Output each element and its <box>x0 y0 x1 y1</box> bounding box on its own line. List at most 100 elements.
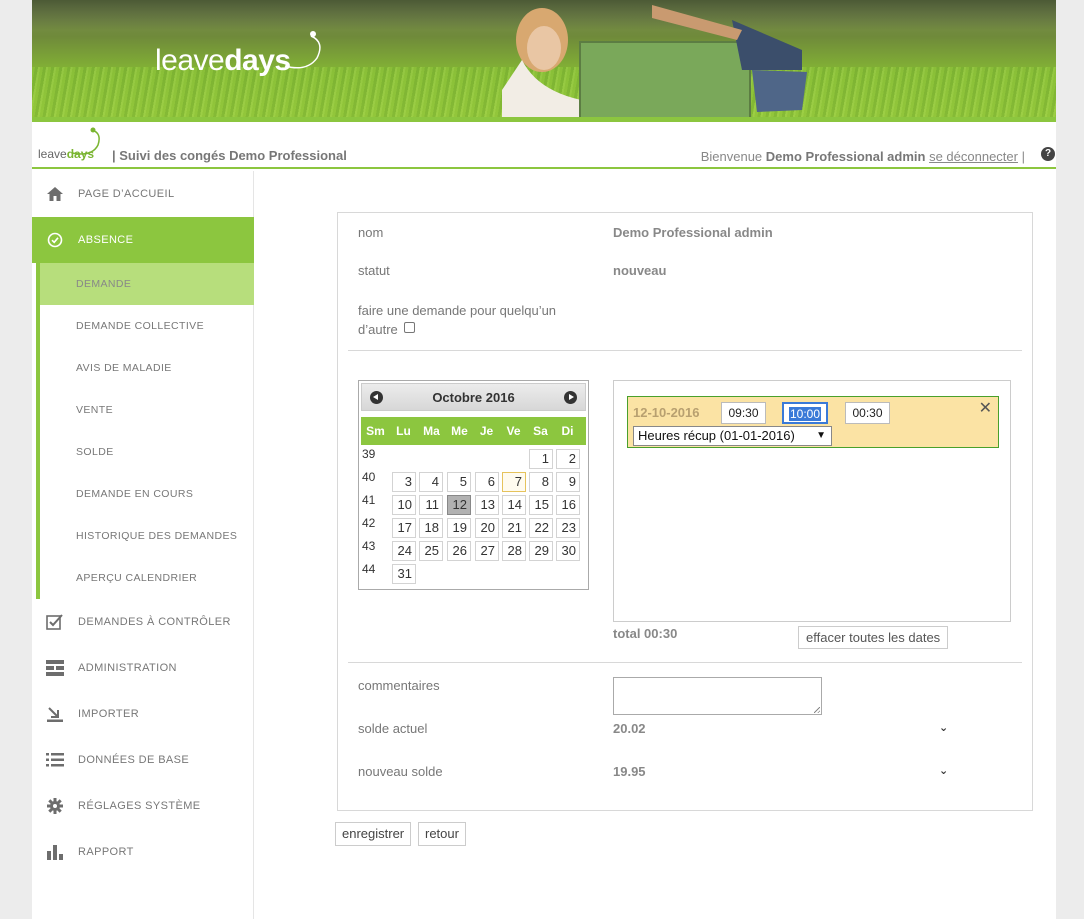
subnav-demande-en-cours[interactable]: DEMANDE EN COURS <box>36 473 254 515</box>
calendar-day[interactable]: 11 <box>419 495 443 515</box>
subnav-demande-collective[interactable]: DEMANDE COLLECTIVE <box>36 305 254 347</box>
divider <box>348 662 1022 663</box>
calendar-day[interactable]: 14 <box>502 495 526 515</box>
banner-photo-person <box>502 5 807 118</box>
list-icon <box>32 753 78 767</box>
week-number: 42 <box>362 516 376 530</box>
calendar-day[interactable]: 23 <box>556 518 580 538</box>
calendar-day[interactable]: 15 <box>529 495 553 515</box>
banner-logo-swirl <box>284 31 321 69</box>
checkbox-icon <box>32 613 78 631</box>
home-icon <box>32 186 78 202</box>
weekday-header: Di <box>561 424 574 438</box>
other-person-label-line2: d’autre <box>358 322 398 337</box>
save-button[interactable]: enregistrer <box>335 822 412 846</box>
logout-link[interactable]: se déconnecter <box>929 149 1018 164</box>
calendar-day[interactable]: 25 <box>419 541 443 561</box>
nav-administration[interactable]: ADMINISTRATION <box>32 645 254 691</box>
dropdown-arrow-icon: ▼ <box>816 430 826 441</box>
subnav-avis-de-maladie[interactable]: AVIS DE MALADIE <box>36 347 254 389</box>
admin-icon <box>32 660 78 676</box>
subnav-apercu-calendrier[interactable]: APERÇU CALENDRIER <box>36 557 254 599</box>
name-value: Demo Professional admin <box>613 225 773 240</box>
selected-dates-box: 12-10-2016 09:30 10:00 00:30 ✕ Heures ré… <box>613 380 1011 622</box>
calendar-day[interactable]: 6 <box>475 472 499 492</box>
check-circle-icon <box>32 232 78 248</box>
app-container: leavedays | Suivi des congés Demo Profes… <box>32 122 1056 919</box>
nav-home[interactable]: PAGE D’ACCUEIL <box>32 171 254 217</box>
new-balance-chevron-icon[interactable]: ⌄ <box>939 764 948 777</box>
calendar-day[interactable]: 19 <box>447 518 471 538</box>
calendar-day[interactable]: 17 <box>392 518 416 538</box>
weekday-header: Ve <box>506 424 521 438</box>
nav-label: ADMINISTRATION <box>78 662 177 674</box>
calendar-day[interactable]: 28 <box>502 541 526 561</box>
duration-input[interactable]: 00:30 <box>845 402 890 424</box>
calendar-day[interactable]: 16 <box>556 495 580 515</box>
nav-label: DEMANDES À CONTRÔLER <box>78 616 231 628</box>
calendar-day[interactable]: 22 <box>529 518 553 538</box>
calendar-day[interactable]: 1 <box>529 449 553 469</box>
subnav-demande[interactable]: DEMANDE <box>36 263 254 305</box>
nav-reglages-systeme[interactable]: RÉGLAGES SYSTÈME <box>32 783 254 829</box>
calendar-day[interactable]: 30 <box>556 541 580 561</box>
end-time-input[interactable]: 10:00 <box>782 402 828 424</box>
separator: | <box>1021 149 1025 164</box>
calendar-day[interactable]: 12 <box>447 495 471 515</box>
next-month-icon[interactable] <box>564 391 577 404</box>
subnav-solde[interactable]: SOLDE <box>36 431 254 473</box>
comment-textarea[interactable] <box>613 677 822 715</box>
week-number: 44 <box>362 562 376 576</box>
nav-donnees-de-base[interactable]: DONNÉES DE BASE <box>32 737 254 783</box>
new-balance-value: 19.95 <box>613 764 646 779</box>
calendar-day[interactable]: 18 <box>419 518 443 538</box>
subnav-vente[interactable]: VENTE <box>36 389 254 431</box>
banner-logo: leavedays <box>155 44 291 77</box>
other-person-checkbox[interactable] <box>404 322 416 333</box>
calendar-day[interactable]: 26 <box>447 541 471 561</box>
calendar-day[interactable]: 13 <box>475 495 499 515</box>
week-number: 40 <box>362 470 376 484</box>
clear-dates-button[interactable]: effacer toutes les dates <box>798 626 949 649</box>
calendar-day[interactable]: 4 <box>419 472 443 492</box>
nav-label: IMPORTER <box>78 708 140 720</box>
welcome-text: Bienvenue Demo Professional admin se déc… <box>701 149 1025 164</box>
nav-demandes-a-controler[interactable]: DEMANDES À CONTRÔLER <box>32 599 254 645</box>
help-icon[interactable]: ? <box>1041 147 1055 161</box>
nav-rapport[interactable]: RAPPORT <box>32 829 254 875</box>
calendar-day[interactable]: 5 <box>447 472 471 492</box>
calendar-day[interactable]: 27 <box>475 541 499 561</box>
import-icon <box>32 706 78 722</box>
calendar-day[interactable]: 10 <box>392 495 416 515</box>
weekday-header: Lu <box>396 424 411 438</box>
calendar-day[interactable]: 20 <box>475 518 499 538</box>
calendar-day[interactable]: 3 <box>392 472 416 492</box>
subnav-historique[interactable]: HISTORIQUE DES DEMANDES <box>36 515 254 557</box>
absence-type-select[interactable]: Heures récup (01-01-2016) ▼ <box>633 426 832 446</box>
back-button[interactable]: retour <box>418 822 466 846</box>
calendar-day[interactable]: 21 <box>502 518 526 538</box>
weekday-header: Sm <box>366 424 385 438</box>
calendar-day[interactable]: 29 <box>529 541 553 561</box>
calendar-day[interactable]: 8 <box>529 472 553 492</box>
weekday-header: Me <box>451 424 468 438</box>
nav-absence[interactable]: ABSENCE <box>32 217 254 263</box>
calendar-day[interactable]: 9 <box>556 472 580 492</box>
nav-absence-label: ABSENCE <box>78 234 134 246</box>
date-picker-calendar: Octobre 2016 Sm Lu Ma Me Je Ve Sa Di 39 1 2 40 3 4 5 6… <box>358 380 589 590</box>
calendar-day[interactable]: 31 <box>392 564 416 584</box>
start-time-input[interactable]: 09:30 <box>721 402 766 424</box>
nav-label: RAPPORT <box>78 846 134 858</box>
status-value: nouveau <box>613 263 667 278</box>
other-person-label: faire une demande pour quelqu’un d’autre <box>358 301 556 339</box>
calendar-day[interactable]: 24 <box>392 541 416 561</box>
balance-chevron-icon[interactable]: ⌄ <box>939 721 948 734</box>
comment-label: commentaires <box>358 678 440 693</box>
entry-date: 12-10-2016 <box>633 405 700 420</box>
bar-chart-icon <box>32 844 78 860</box>
nav-label: RÉGLAGES SYSTÈME <box>78 800 201 812</box>
calendar-day[interactable]: 7 <box>502 472 526 492</box>
nav-importer[interactable]: IMPORTER <box>32 691 254 737</box>
close-icon[interactable]: ✕ <box>979 401 992 417</box>
calendar-day[interactable]: 2 <box>556 449 580 469</box>
